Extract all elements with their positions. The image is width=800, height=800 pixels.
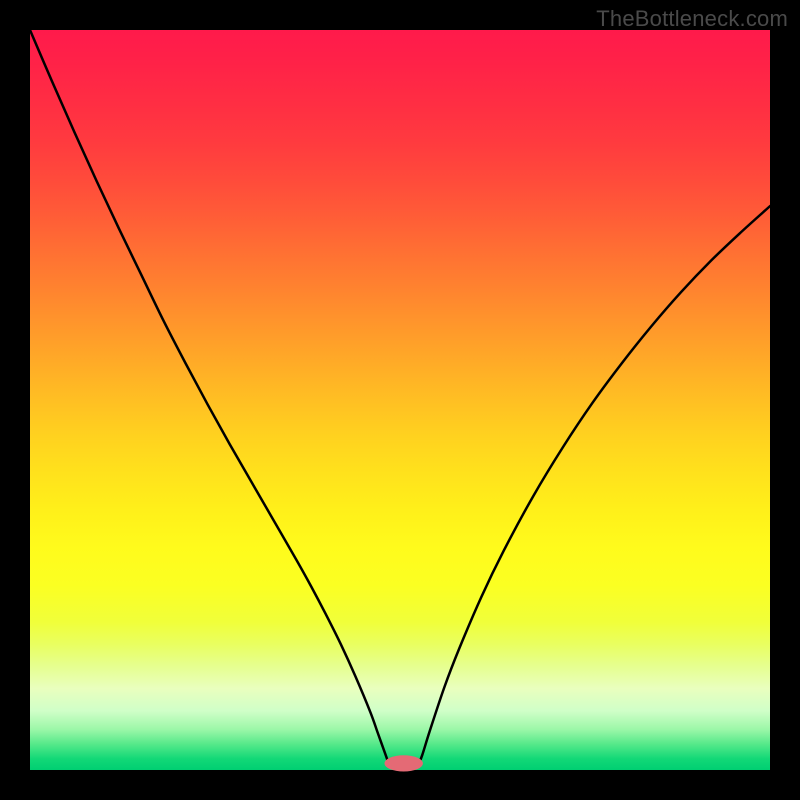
marker-layer [384, 755, 422, 771]
watermark-text: TheBottleneck.com [596, 6, 788, 32]
bottleneck-chart [0, 0, 800, 800]
optimum-marker [384, 755, 422, 771]
chart-stage: TheBottleneck.com [0, 0, 800, 800]
plot-background [30, 30, 770, 770]
